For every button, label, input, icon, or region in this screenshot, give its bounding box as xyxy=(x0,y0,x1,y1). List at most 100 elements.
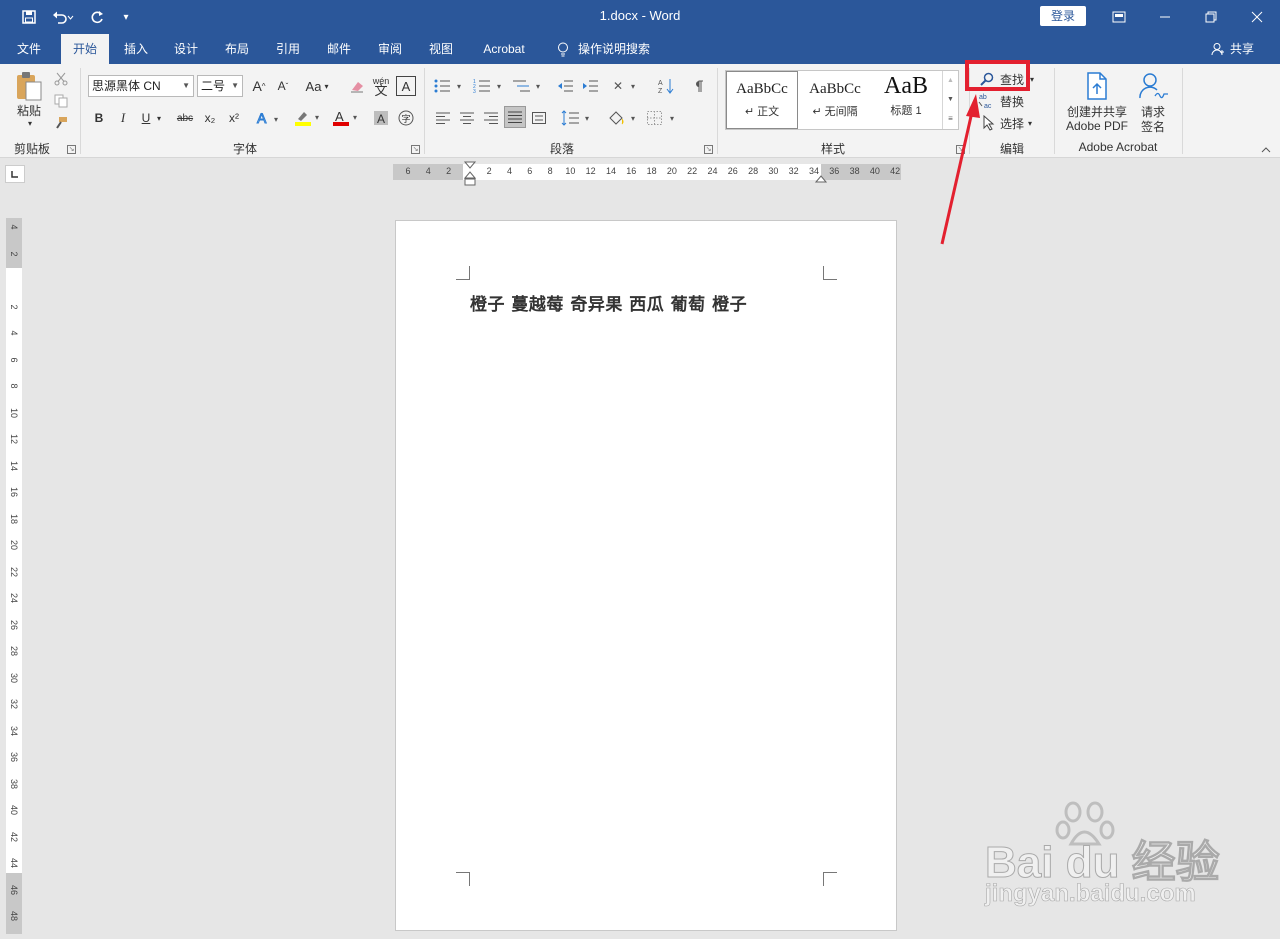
tab-layout[interactable]: 布局 xyxy=(214,34,260,64)
tab-acrobat[interactable]: Acrobat xyxy=(472,34,536,64)
change-case-button[interactable]: Aa ▾ xyxy=(300,76,334,96)
asian-layout-icon[interactable]: ✕ ▾ xyxy=(612,76,642,96)
align-center-icon[interactable] xyxy=(457,108,477,128)
ruler-tick-label: 4 xyxy=(9,224,19,230)
strikethrough-button[interactable]: abc xyxy=(174,108,196,128)
share-button[interactable]: 共享 xyxy=(1230,34,1260,64)
style-no-spacing[interactable]: AaBbCc ↵ 无间隔 xyxy=(799,71,871,129)
create-pdf-label-1[interactable]: 创建并共享 xyxy=(1060,104,1134,119)
svg-text:3: 3 xyxy=(473,89,476,94)
multilevel-list-icon[interactable]: ▾ xyxy=(511,76,545,96)
title-bar: ▾ 1.docx - Word 登录 xyxy=(0,0,1280,34)
ruler-tick-label: 32 xyxy=(788,166,799,176)
format-painter-icon[interactable] xyxy=(52,114,70,132)
tab-references[interactable]: 引用 xyxy=(266,34,310,64)
highlight-color-icon[interactable]: ▾ xyxy=(292,108,326,128)
ruler-tick-label: 4 xyxy=(9,330,19,336)
clear-formatting-icon[interactable] xyxy=(346,76,368,96)
enclose-characters-icon[interactable]: 字 xyxy=(396,108,416,128)
right-indent-marker-icon[interactable] xyxy=(814,172,828,183)
tell-me-search[interactable]: 操作说明搜索 xyxy=(578,34,662,64)
sort-icon[interactable]: AZ xyxy=(656,76,676,96)
tab-insert[interactable]: 插入 xyxy=(114,34,158,64)
request-signature-label-2[interactable]: 签名 xyxy=(1136,119,1170,134)
font-color-icon[interactable]: A ▾ xyxy=(330,108,364,128)
bold-button[interactable]: B xyxy=(90,108,108,128)
show-paragraph-marks-icon[interactable] xyxy=(690,76,708,96)
line-spacing-icon[interactable]: ▾ xyxy=(560,108,594,128)
svg-text:▾: ▾ xyxy=(585,114,589,123)
font-size-combo[interactable]: 二号 ▼ xyxy=(197,75,243,97)
font-name-value: 思源黑体 CN xyxy=(92,79,161,93)
clipboard-group-label: 剪贴板 xyxy=(13,142,50,156)
superscript-button[interactable]: x² xyxy=(224,108,244,128)
margin-corner-mark xyxy=(456,266,470,280)
indent-marker-icon[interactable] xyxy=(463,161,477,187)
ribbon: 粘贴 ▾ 剪贴板 ↘ 思源黑体 CN ▼ 二号 ▼ A ^ Aˇ Aa ▾ wén 文… xyxy=(0,64,1280,158)
ruler-tick-label: 12 xyxy=(9,433,19,444)
cut-icon[interactable] xyxy=(52,70,70,88)
create-pdf-icon[interactable] xyxy=(1082,70,1112,102)
tab-stop-selector[interactable] xyxy=(5,165,25,183)
copy-icon[interactable] xyxy=(52,92,70,110)
ruler-tick-label: 46 xyxy=(9,884,19,895)
font-launcher-icon[interactable]: ↘ xyxy=(411,145,420,154)
font-name-combo[interactable]: 思源黑体 CN ▼ xyxy=(88,75,194,97)
distributed-icon[interactable] xyxy=(529,108,549,128)
ruler-tick-label: 12 xyxy=(585,166,596,176)
ruler-tick-label: 36 xyxy=(9,751,19,762)
svg-text:A: A xyxy=(658,80,663,87)
tab-file[interactable]: 文件 xyxy=(6,34,52,64)
grow-font-icon[interactable]: A ^ xyxy=(249,76,269,96)
borders-icon[interactable]: ▾ xyxy=(645,108,679,128)
styles-gallery: AaBbCc ↵ 正文 AaBbCc ↵ 无间隔 AaB 标题 1 ▲ ▼ ≡ xyxy=(725,70,959,130)
share-user-icon[interactable] xyxy=(1208,34,1228,64)
decrease-indent-icon[interactable] xyxy=(555,76,575,96)
underline-dropdown-icon[interactable]: ▾ xyxy=(154,108,164,128)
collapse-ribbon-icon[interactable] xyxy=(1258,144,1274,156)
paste-icon[interactable] xyxy=(12,70,46,102)
request-signature-icon[interactable] xyxy=(1136,70,1170,102)
login-button[interactable]: 登录 xyxy=(1040,6,1086,26)
subscript-button[interactable]: x₂ xyxy=(200,108,220,128)
justify-icon[interactable] xyxy=(504,106,526,128)
ruler-tick-label: 32 xyxy=(9,698,19,709)
text-effects-icon[interactable]: A ▾ xyxy=(254,108,284,128)
phonetic-guide-icon[interactable]: wén 文 xyxy=(370,74,392,98)
bullets-icon[interactable]: ▾ xyxy=(432,76,466,96)
request-signature-label-1[interactable]: 请求 xyxy=(1136,104,1170,119)
vertical-ruler[interactable]: 4 2 2 4 6 8 10 12 14 16 18 20 22 24 26 28 30 32 34 36 38 40 42… xyxy=(6,218,22,934)
close-icon[interactable] xyxy=(1234,0,1280,34)
horizontal-ruler[interactable]: 6 4 2 2 4 6 8 10 12 14 16 18 20 22 24 26 28 30 32 34 36 38 40 4… xyxy=(393,161,901,186)
minimize-icon[interactable] xyxy=(1142,0,1188,34)
numbering-icon[interactable]: 1 2 3 ▾ xyxy=(472,76,506,96)
align-right-icon[interactable] xyxy=(481,108,501,128)
tab-review[interactable]: 审阅 xyxy=(368,34,412,64)
italic-button[interactable]: I xyxy=(114,108,132,128)
restore-icon[interactable] xyxy=(1188,0,1234,34)
character-shading-icon[interactable]: A xyxy=(372,108,390,128)
style-normal[interactable]: AaBbCc ↵ 正文 xyxy=(726,71,798,129)
create-pdf-label-2[interactable]: Adobe PDF xyxy=(1060,119,1134,133)
paste-button[interactable]: 粘贴 xyxy=(10,102,48,118)
ruler-tick-label: 30 xyxy=(768,166,779,176)
ribbon-display-options-icon[interactable] xyxy=(1096,0,1142,34)
document-page[interactable] xyxy=(395,220,897,931)
tab-design[interactable]: 设计 xyxy=(164,34,208,64)
align-left-icon[interactable] xyxy=(433,108,453,128)
separator xyxy=(424,68,425,154)
tab-mailings[interactable]: 邮件 xyxy=(317,34,361,64)
character-border-icon[interactable]: A xyxy=(396,76,416,96)
tab-home[interactable]: 开始 xyxy=(61,34,109,64)
tab-view[interactable]: 视图 xyxy=(419,34,463,64)
clipboard-launcher-icon[interactable]: ↘ xyxy=(67,145,76,154)
underline-button[interactable]: U xyxy=(138,108,154,128)
paragraph-launcher-icon[interactable]: ↘ xyxy=(704,145,713,154)
ruler-tick-label: 36 xyxy=(829,166,840,176)
shrink-font-icon[interactable]: Aˇ xyxy=(273,76,293,96)
ruler-tick-label: 24 xyxy=(9,592,19,603)
paste-dropdown-icon[interactable]: ▾ xyxy=(24,118,36,128)
document-text[interactable]: 橙子 蔓越莓 奇异果 西瓜 葡萄 橙子 xyxy=(470,290,747,315)
shading-icon[interactable]: ▾ xyxy=(606,108,640,128)
increase-indent-icon[interactable] xyxy=(580,76,600,96)
